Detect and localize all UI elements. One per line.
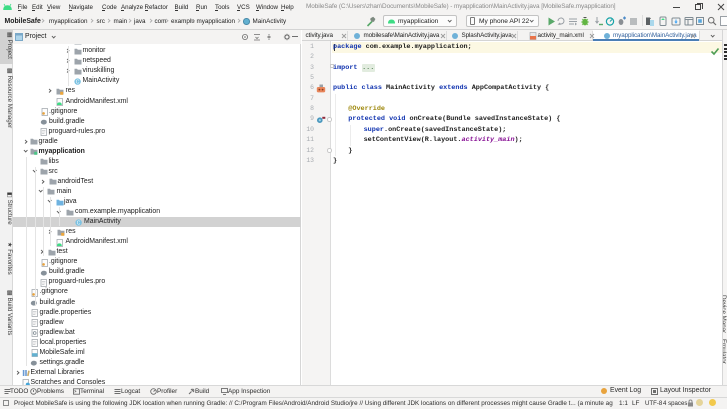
svg-text:C: C: [76, 220, 80, 226]
svg-text:C: C: [76, 79, 80, 85]
